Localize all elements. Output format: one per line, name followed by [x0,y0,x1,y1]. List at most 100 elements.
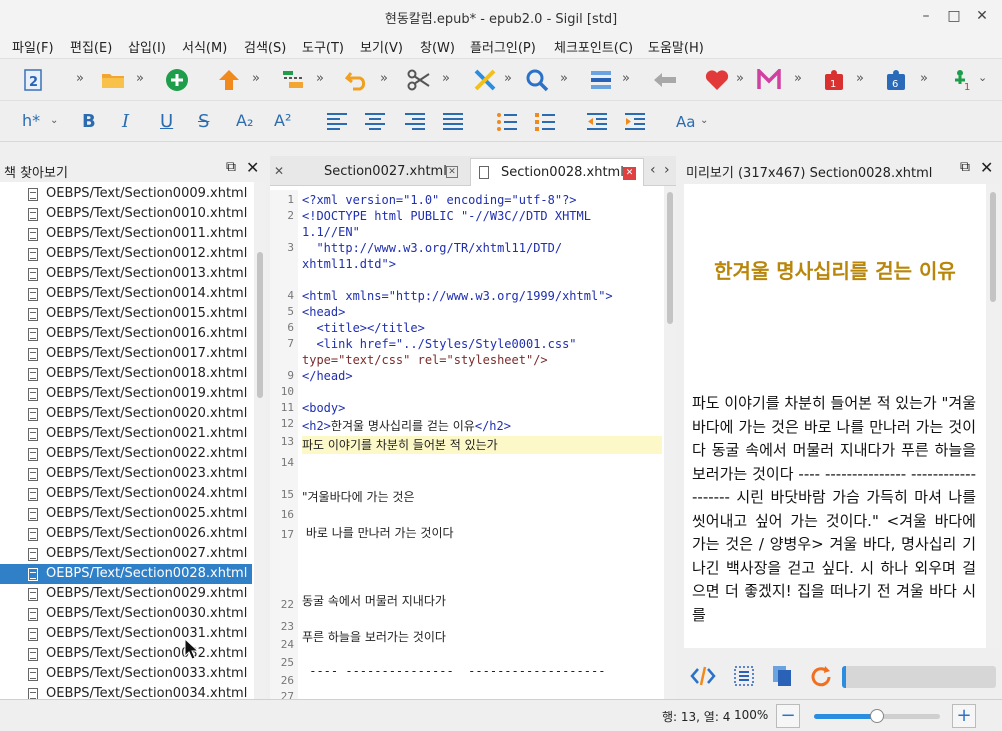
tree-item[interactable]: OEBPS/Text/Section0014.xhtml [0,284,252,304]
search-icon[interactable] [524,67,550,93]
plugin-run-icon[interactable]: 1 [950,67,976,93]
open-folder-icon[interactable] [100,67,126,93]
menu-help[interactable]: 도움말(H) [648,37,704,56]
minimize-button[interactable]: – [916,6,936,26]
more-chevron-icon[interactable]: » [252,71,260,86]
tree-item[interactable]: OEBPS/Text/Section0030.xhtml [0,604,252,624]
heart-icon[interactable] [704,67,730,93]
bullet-list-icon[interactable] [494,109,520,135]
float-panel-icon[interactable]: ⧉ [960,159,970,175]
tree-item[interactable]: OEBPS/Text/Section0012.xhtml [0,244,252,264]
align-center-icon[interactable] [362,109,388,135]
menu-search[interactable]: 검색(S) [244,37,286,56]
menu-file[interactable]: 파일(F) [12,37,54,56]
bold-button[interactable]: B [82,111,96,132]
tab-section0027[interactable]: Section0027.xhtml ✕ [290,158,468,186]
more-chevron-icon[interactable]: » [136,71,144,86]
tree-item[interactable]: OEBPS/Text/Section0025.xhtml [0,504,252,524]
plugin-1-icon[interactable]: 1 [822,67,848,93]
tree-item[interactable]: OEBPS/Text/Section0010.xhtml [0,204,252,224]
new-file-icon[interactable]: 2 [20,67,46,93]
align-left-icon[interactable] [324,109,350,135]
menu-checkpoints[interactable]: 체크포인트(C) [554,37,633,56]
tree-scrollbar-thumb[interactable] [257,252,263,398]
menu-insert[interactable]: 삽입(I) [128,37,166,56]
chevron-left-icon[interactable]: ‹ [650,162,656,178]
underline-button[interactable]: U [160,111,173,132]
menu-plugins[interactable]: 플러그인(P) [470,37,536,56]
zoom-out-button[interactable]: − [776,704,800,728]
more-chevron-icon[interactable]: » [380,71,388,86]
strikethrough-button[interactable]: S [198,111,209,132]
tree-item[interactable]: OEBPS/Text/Section0032.xhtml [0,644,252,664]
tree-item[interactable]: OEBPS/Text/Section0021.xhtml [0,424,252,444]
more-chevron-icon[interactable]: » [920,71,928,86]
more-chevron-icon[interactable]: » [794,71,802,86]
tree-item[interactable]: OEBPS/Text/Section0020.xhtml [0,404,252,424]
close-tab-icon[interactable]: ✕ [274,164,284,178]
tree-item[interactable]: OEBPS/Text/Section0011.xhtml [0,224,252,244]
menu-window[interactable]: 창(W) [420,37,455,56]
preview-page[interactable]: 한겨울 명사십리를 걷는 이유 파도 이야기를 차분히 들어본 적 있는가 "겨… [684,184,986,648]
undo-icon[interactable] [344,67,370,93]
code-view-icon[interactable] [690,664,716,692]
plugin-6-icon[interactable]: 6 [884,67,910,93]
chevron-right-icon[interactable]: › [664,162,670,178]
tree-item[interactable]: OEBPS/Text/Section0009.xhtml [0,184,252,204]
preview-scrollbar-thumb[interactable] [990,192,996,302]
tree-item[interactable]: OEBPS/Text/Section0023.xhtml [0,464,252,484]
superscript-button[interactable]: A² [274,111,291,130]
menu-view[interactable]: 보기(V) [360,37,403,56]
float-panel-icon[interactable]: ⧉ [226,159,236,175]
tree-scrollbar[interactable] [254,182,266,699]
copy-icon[interactable] [770,664,794,692]
chevron-down-icon[interactable]: ⌄ [978,71,987,84]
zoom-slider[interactable] [814,709,940,723]
tree-item[interactable]: OEBPS/Text/Section0019.xhtml [0,384,252,404]
subscript-button[interactable]: A₂ [236,111,253,130]
more-chevron-icon[interactable]: » [856,71,864,86]
table-of-contents-icon[interactable] [588,67,614,93]
close-window-button[interactable]: ✕ [972,6,992,26]
more-chevron-icon[interactable]: » [560,71,568,86]
tree-item[interactable]: OEBPS/Text/Section0024.xhtml [0,484,252,504]
tree-item[interactable]: OEBPS/Text/Section0018.xhtml [0,364,252,384]
tree-item[interactable]: OEBPS/Text/Section0027.xhtml [0,544,252,564]
tree-item[interactable]: OEBPS/Text/Section0026.xhtml [0,524,252,544]
numbered-list-icon[interactable] [532,109,558,135]
more-chevron-icon[interactable]: » [504,71,512,86]
close-tab-icon[interactable]: ✕ [623,167,636,180]
inspect-icon[interactable] [732,664,756,692]
chevron-down-icon[interactable]: ⌄ [50,115,58,126]
zoom-in-button[interactable]: + [952,704,976,728]
change-case-button[interactable]: Aa [676,113,695,131]
menu-format[interactable]: 서식(M) [182,37,227,56]
editor-scrollbar-thumb[interactable] [667,192,673,324]
maximize-button[interactable]: □ [944,6,964,26]
menu-edit[interactable]: 편집(E) [70,37,112,56]
mobi-icon[interactable] [756,67,782,93]
indent-icon[interactable] [622,109,648,135]
close-tab-icon[interactable]: ✕ [446,166,458,178]
tree-item[interactable]: OEBPS/Text/Section0033.xhtml [0,664,252,684]
back-arrow-icon[interactable] [652,67,678,93]
editor-scrollbar[interactable] [664,186,676,699]
align-justify-icon[interactable] [440,109,466,135]
tree-item[interactable]: OEBPS/Text/Section0029.xhtml [0,584,252,604]
tree-item[interactable]: OEBPS/Text/Section0028.xhtml [0,564,252,584]
tree-item[interactable]: OEBPS/Text/Section0015.xhtml [0,304,252,324]
more-chevron-icon[interactable]: » [736,71,744,86]
heading-dropdown[interactable]: h* [22,111,40,130]
more-chevron-icon[interactable]: » [622,71,630,86]
more-chevron-icon[interactable]: » [442,71,450,86]
more-chevron-icon[interactable]: » [76,71,84,86]
close-panel-icon[interactable]: ✕ [246,158,259,177]
cut-icon[interactable] [406,67,432,93]
outdent-icon[interactable] [584,109,610,135]
tree-item[interactable]: OEBPS/Text/Section0031.xhtml [0,624,252,644]
add-icon[interactable] [164,67,190,93]
clean-xhtml-icon[interactable] [472,67,498,93]
tab-section0028[interactable]: Section0028.xhtml ✕ [470,158,644,186]
split-icon[interactable] [280,67,306,93]
tree-item[interactable]: OEBPS/Text/Section0016.xhtml [0,324,252,344]
